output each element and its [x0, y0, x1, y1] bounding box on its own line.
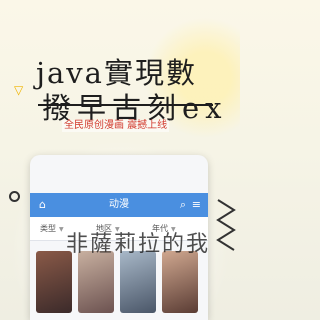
search-icon[interactable]: ⌕ — [180, 197, 186, 213]
comic-thumbnail[interactable] — [36, 251, 72, 313]
chevron-down-icon: ▼ — [59, 226, 64, 233]
thumbnail-row — [36, 251, 202, 313]
comic-thumbnail[interactable] — [78, 251, 114, 313]
comic-thumbnail[interactable] — [162, 251, 198, 313]
promo-text: 全民原创漫画 震撼上线 — [62, 120, 170, 132]
triangle-decoration-icon: ▽ — [14, 83, 24, 97]
overlay-headline: java實現數 — [36, 56, 197, 90]
overlay-bottom-text: 非薩莉拉的我 — [66, 232, 211, 257]
strike-line — [38, 104, 213, 106]
zigzag-decoration-icon — [216, 199, 236, 251]
circle-decoration-icon — [9, 191, 20, 202]
app-bar: ⌂ 动漫 ⌕ ≡ — [30, 193, 208, 217]
filter-type[interactable]: 类型 ▼ — [40, 217, 64, 241]
comic-thumbnail[interactable] — [120, 251, 156, 313]
filter-type-label: 类型 — [40, 224, 56, 233]
menu-icon[interactable]: ≡ — [192, 197, 201, 213]
